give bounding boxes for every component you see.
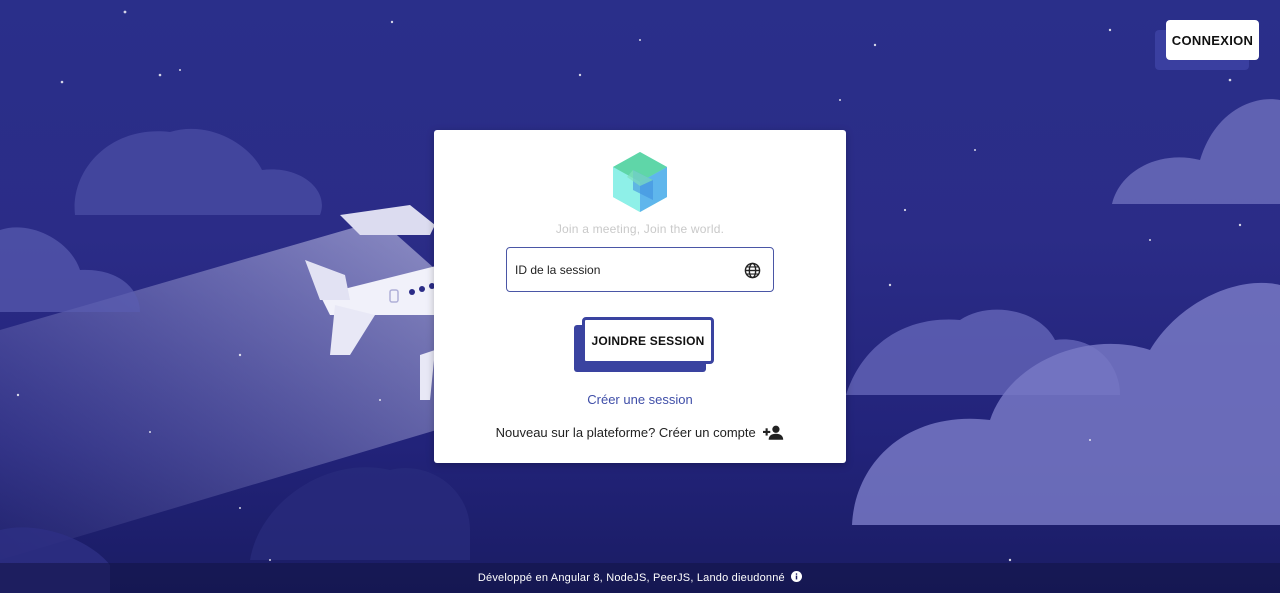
join-session-card: Join a meeting, Join the world. JOINDRE … — [434, 130, 846, 463]
person-add-icon[interactable] — [763, 424, 784, 441]
hexagon-cube-logo — [613, 152, 667, 212]
cloud-bottom-left — [250, 467, 470, 560]
join-session-button[interactable]: JOINDRE SESSION — [582, 317, 714, 364]
info-icon[interactable] — [791, 571, 803, 582]
footer-credits: Développé en Angular 8, NodeJS, PeerJS, … — [477, 572, 785, 584]
create-session-link[interactable]: Créer une session — [434, 392, 846, 407]
session-id-field — [506, 247, 774, 292]
cloud-right-big — [852, 282, 1280, 525]
session-id-input[interactable] — [515, 248, 735, 291]
signup-text[interactable]: Nouveau sur la plateforme? Créer un comp… — [496, 425, 756, 440]
footer: Développé en Angular 8, NodeJS, PeerJS, … — [0, 563, 1280, 593]
cloud-left-mid — [0, 227, 140, 312]
login-button-group: CONNEXION — [1155, 20, 1259, 70]
globe-icon — [744, 262, 761, 279]
signup-prompt[interactable]: Nouveau sur la plateforme? Créer un comp… — [434, 424, 846, 441]
cloud-right-top — [1112, 99, 1280, 204]
cloud-left-top — [74, 128, 322, 215]
join-session-button-group: JOINDRE SESSION — [574, 317, 714, 372]
tagline: Join a meeting, Join the world. — [555, 222, 725, 236]
login-button[interactable]: CONNEXION — [1166, 20, 1259, 60]
